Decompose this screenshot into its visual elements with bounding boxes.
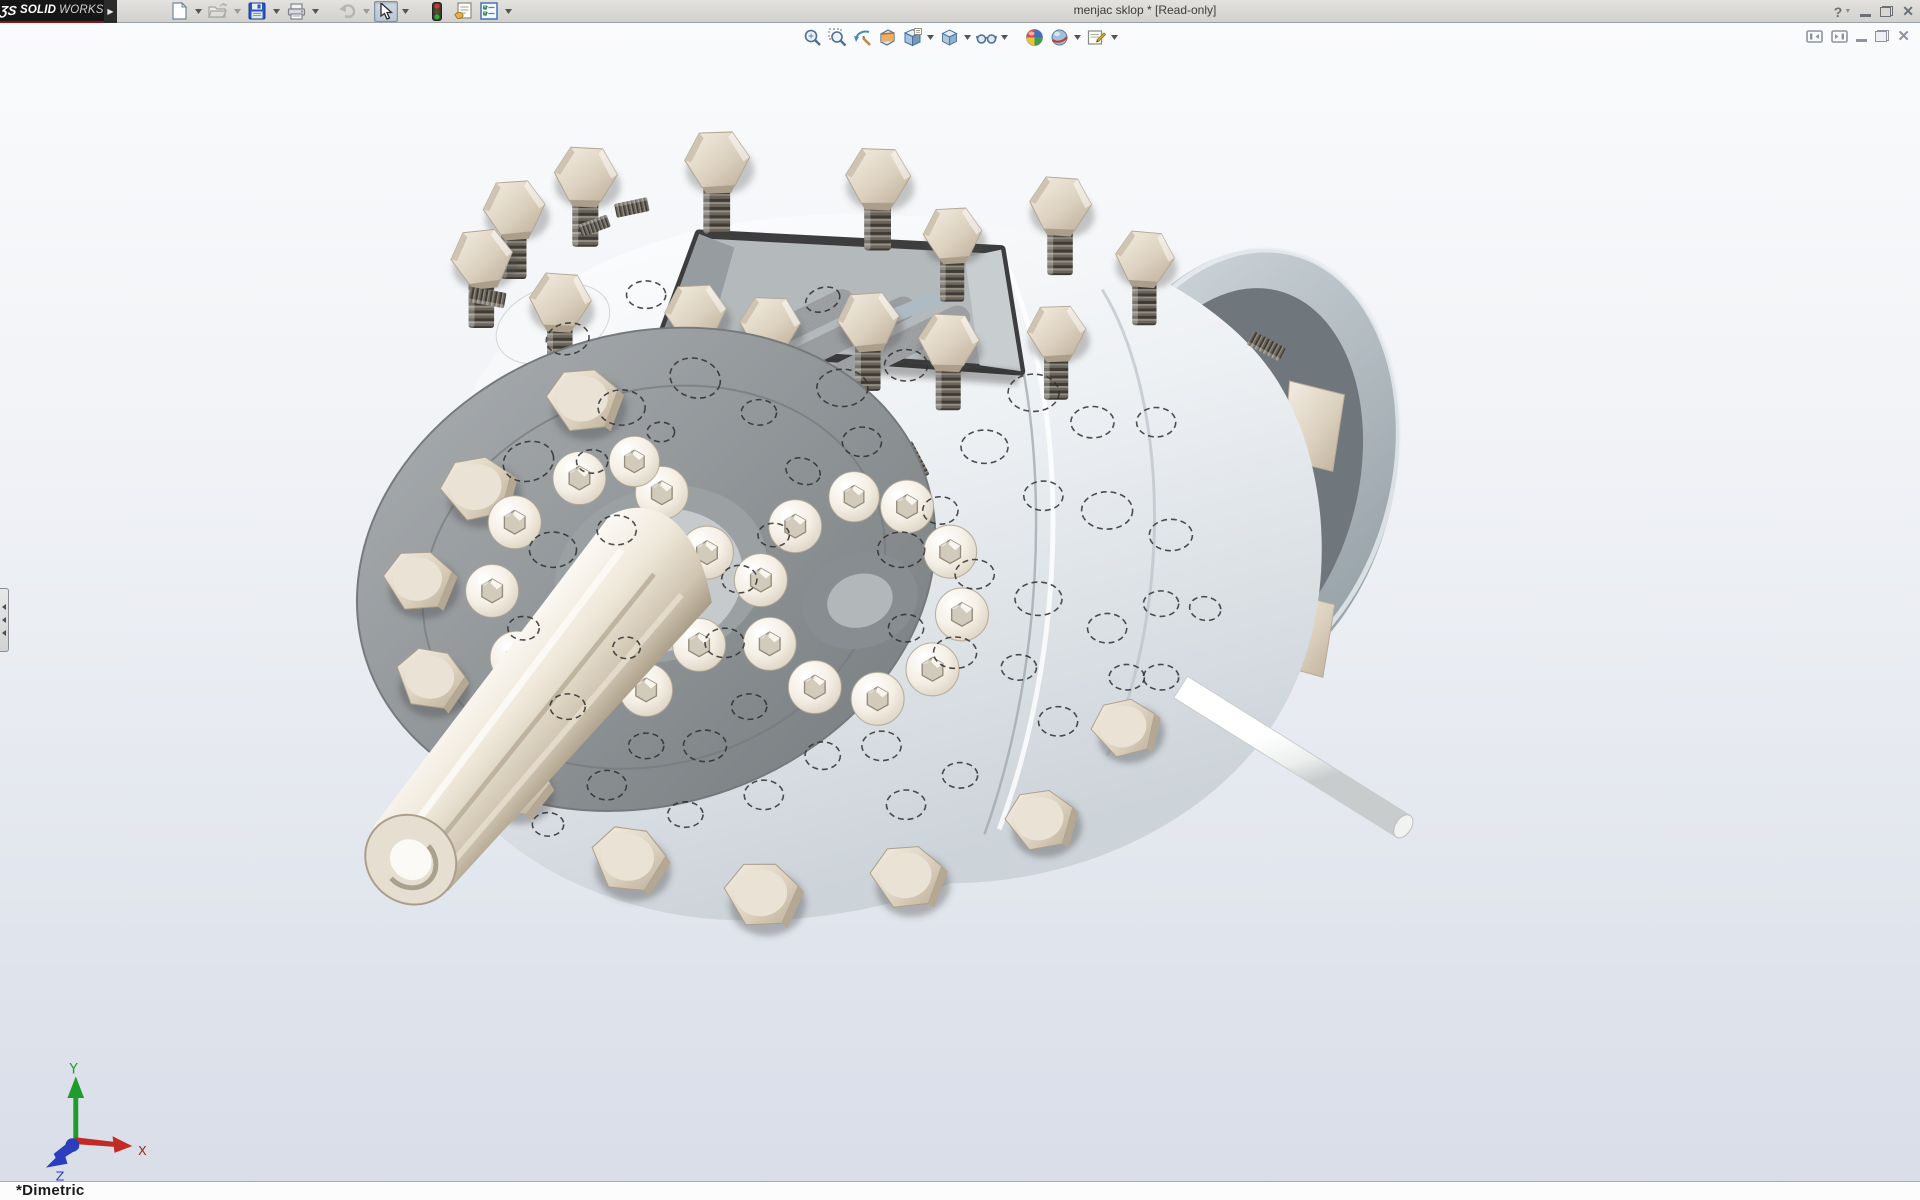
previous-view-button[interactable] xyxy=(851,27,873,48)
section-view-icon xyxy=(878,28,897,47)
view-settings-button[interactable] xyxy=(1048,27,1070,48)
traffic-light-icon xyxy=(432,2,442,21)
split-pane-right-icon xyxy=(1831,30,1848,43)
main-toolbar xyxy=(167,1,514,22)
new-document-button[interactable] xyxy=(167,1,191,22)
document-close-button[interactable]: ✕ xyxy=(1897,27,1910,45)
zoom-to-area-button[interactable] xyxy=(826,27,848,48)
feature-manager-collapsed-tab[interactable] xyxy=(0,588,9,652)
save-button[interactable] xyxy=(245,1,269,22)
apply-scene-button[interactable] xyxy=(1023,27,1045,48)
y-axis-label: Y xyxy=(68,1061,78,1077)
orientation-triad[interactable]: Y X Z xyxy=(46,1061,147,1184)
minimize-button[interactable] xyxy=(1860,0,1871,23)
select-dropdown-arrow[interactable] xyxy=(400,1,411,22)
view-orientation-dropdown-arrow[interactable] xyxy=(926,27,935,48)
view-orientation-icon xyxy=(903,28,922,47)
restore-button[interactable] xyxy=(1880,0,1893,23)
options-checklist-icon xyxy=(480,2,498,20)
printer-icon xyxy=(287,3,306,20)
options-button[interactable] xyxy=(477,1,501,22)
display-style-icon xyxy=(940,28,959,47)
zoom-to-fit-icon xyxy=(803,28,822,47)
file-properties-button[interactable] xyxy=(451,1,475,22)
zoom-to-area-icon xyxy=(828,28,847,47)
new-document-icon xyxy=(171,2,188,20)
markup-button[interactable] xyxy=(1085,27,1107,48)
apply-scene-icon xyxy=(1025,28,1044,47)
select-button[interactable] xyxy=(374,1,398,22)
collapse-arrow-icon xyxy=(2,630,6,636)
new-dropdown-arrow[interactable] xyxy=(193,1,204,22)
zoom-to-fit-button[interactable] xyxy=(801,27,823,48)
close-button[interactable]: ✕ xyxy=(1902,0,1914,23)
split-pane-right-button[interactable] xyxy=(1831,27,1848,45)
x-axis-arrow xyxy=(113,1136,133,1153)
print-button[interactable] xyxy=(284,1,308,22)
section-view-button[interactable] xyxy=(876,27,898,48)
status-strip xyxy=(0,1181,1920,1200)
view-orientation-button[interactable] xyxy=(901,27,923,48)
open-folder-icon xyxy=(208,3,228,19)
print-dropdown-arrow[interactable] xyxy=(310,1,321,22)
undo-dropdown-arrow[interactable] xyxy=(361,1,372,22)
markup-dropdown-arrow[interactable] xyxy=(1110,27,1119,48)
hide-show-items-dropdown-arrow[interactable] xyxy=(1000,27,1009,48)
rebuild-button[interactable] xyxy=(425,1,449,22)
options-dropdown-arrow[interactable] xyxy=(503,1,514,22)
menu-expand-button[interactable]: ▶ xyxy=(104,0,117,23)
document-minimize-button[interactable] xyxy=(1856,27,1867,45)
x-axis-shaft xyxy=(75,1137,116,1147)
display-style-dropdown-arrow[interactable] xyxy=(963,27,972,48)
save-dropdown-arrow[interactable] xyxy=(271,1,282,22)
file-properties-icon xyxy=(454,2,473,20)
solidworks-logo: ƷSSOLIDWORKS xyxy=(0,0,104,23)
previous-view-icon xyxy=(853,28,872,47)
x-axis-label: X xyxy=(138,1144,147,1159)
eyeglasses-icon xyxy=(976,28,997,47)
hide-show-items-button[interactable] xyxy=(975,27,997,48)
select-cursor-icon xyxy=(379,3,393,20)
display-style-button[interactable] xyxy=(938,27,960,48)
dassault-logo-glyph: ƷS xyxy=(0,3,18,18)
view-orientation-label: *Dimetric xyxy=(16,1182,85,1199)
document-restore-button[interactable] xyxy=(1875,27,1889,45)
window-controls: ?▼ ✕ xyxy=(1834,0,1914,23)
view-settings-dropdown-arrow[interactable] xyxy=(1073,27,1082,48)
window-title: menjac sklop * [Read-only] xyxy=(1035,3,1255,17)
markup-icon xyxy=(1087,28,1106,47)
open-button[interactable] xyxy=(206,1,230,22)
collapse-arrow-icon xyxy=(2,604,6,610)
title-bar[interactable]: ƷSSOLIDWORKS ▶ xyxy=(0,0,1920,23)
heads-up-view-toolbar xyxy=(801,27,1119,48)
undo-button[interactable] xyxy=(335,1,359,22)
gearbox-assembly-model[interactable]: Y X Z xyxy=(0,23,1920,1200)
y-axis-arrow xyxy=(67,1076,84,1098)
split-pane-left-button[interactable] xyxy=(1806,27,1823,45)
view-settings-icon xyxy=(1050,28,1069,47)
collapse-arrow-icon xyxy=(2,617,6,623)
document-window-controls: ✕ xyxy=(1806,27,1910,45)
open-dropdown-arrow[interactable] xyxy=(232,1,243,22)
undo-arrow-icon xyxy=(338,3,357,20)
help-button[interactable]: ?▼ xyxy=(1834,0,1852,23)
save-floppy-icon xyxy=(248,2,266,20)
split-pane-left-icon xyxy=(1806,30,1823,43)
